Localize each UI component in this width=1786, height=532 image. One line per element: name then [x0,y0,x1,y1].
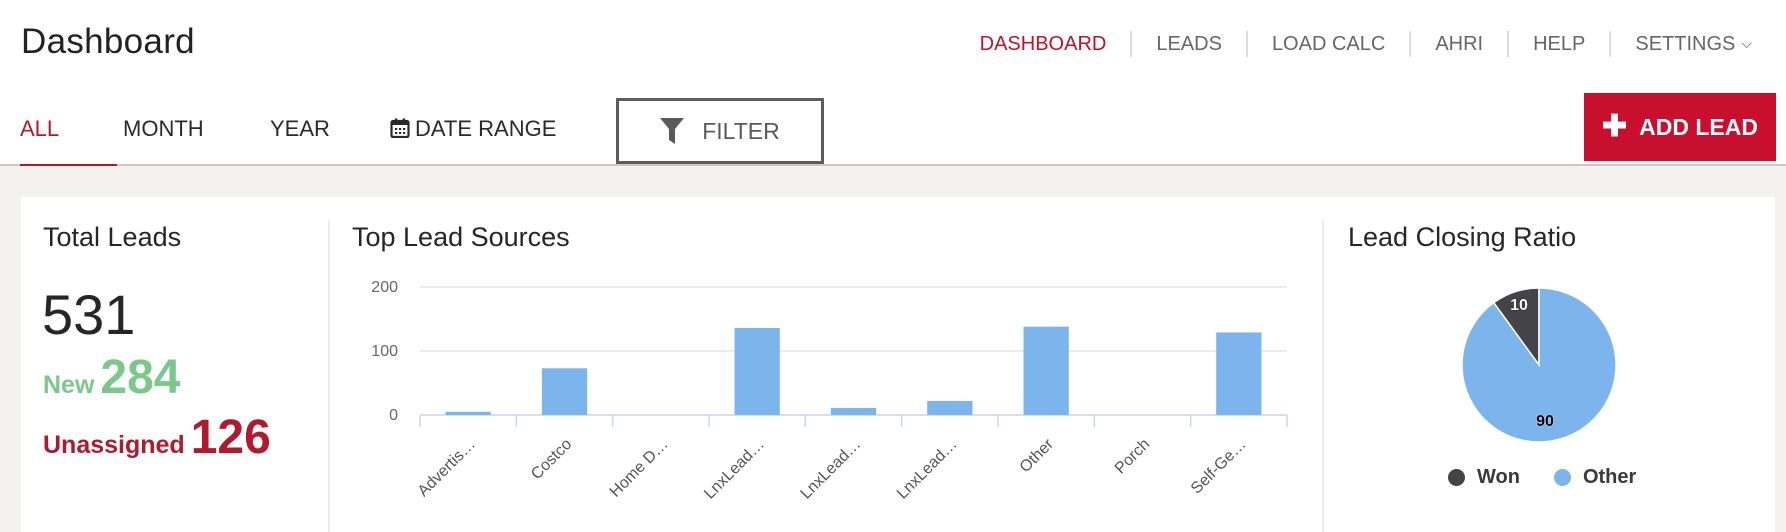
funnel-icon [660,118,685,144]
legend-label-won: Won [1477,466,1520,488]
calendar-icon [390,118,410,138]
add-lead-label: ADD LEAD [1639,113,1758,140]
x-tick-label: Costco [528,436,575,483]
nav-leads[interactable]: LEADS [1132,33,1246,56]
top-lead-sources-title: Top Lead Sources [352,222,570,252]
bar [734,327,780,415]
x-tick-label: Porch [1112,436,1154,478]
nav-ahri[interactable]: AHRI [1411,33,1507,56]
new-leads-value: 284 [100,351,181,404]
total-leads-count: 531 [42,283,136,346]
tab-all[interactable]: ALL [20,116,59,142]
x-tick-label: Other [1017,435,1058,476]
filter-label: FILTER [702,117,780,144]
legend-dot-other [1553,469,1571,486]
total-leads-title: Total Leads [43,222,182,252]
tab-year[interactable]: YEAR [270,116,330,142]
pie-data-label: 10 [1510,297,1528,314]
x-tick-label: LnxLead… [701,436,768,503]
lead-closing-ratio-title: Lead Closing Ratio [1348,222,1577,252]
top-bar: Dashboard DASHBOARD LEADS LOAD CALC AHRI… [0,0,1786,90]
legend-label-other: Other [1582,466,1637,488]
plus-icon: ✚ [1602,110,1628,143]
bar [1216,332,1262,415]
y-tick-label: 0 [389,407,398,424]
nav-settings[interactable]: SETTINGS ⌵ [1611,33,1752,56]
pie-data-label: 90 [1536,413,1554,430]
x-tick-label: Advertis… [415,436,479,500]
top-nav: DASHBOARD LEADS LOAD CALC AHRI HELP SETT… [956,30,1752,58]
x-tick-label: LnxLead… [894,436,961,503]
bar [541,368,588,415]
legend-item-other[interactable]: Other [1553,466,1637,489]
legend-item-won[interactable]: Won [1448,466,1520,489]
lead-sources-bar-chart: 0 100 200 Advertis… Costco Home D… LnxLead… Lnx… [371,279,1288,503]
pie-legend: Won Other [1448,466,1670,489]
y-tick-label: 100 [371,343,398,360]
new-leads-stat: New 284 [43,350,181,405]
bar [445,411,491,415]
new-leads-label: New [43,371,95,399]
nav-help[interactable]: HELP [1509,33,1609,56]
period-tabs: ALL MONTH YEAR DATE RANGE FILTER ✚ ADD L… [0,90,1786,170]
bar [830,407,877,415]
bar [927,400,973,415]
nav-load-calc[interactable]: LOAD CALC [1248,33,1409,56]
add-lead-button[interactable]: ✚ ADD LEAD [1584,93,1776,161]
unassigned-leads-value: 126 [190,411,271,464]
legend-dot-won [1448,469,1465,486]
x-tick-label: LnxLead… [798,436,865,503]
unassigned-leads-label: Unassigned [43,431,185,459]
chevron-down-icon: ⌵ [1741,34,1752,51]
bar [1023,326,1069,415]
lead-closing-ratio-pie-chart: 10 90 [1461,287,1617,443]
nav-dashboard[interactable]: DASHBOARD [956,33,1131,56]
x-tick-label: Home D… [607,436,672,501]
nav-settings-label: SETTINGS [1635,32,1736,55]
page-title: Dashboard [21,22,195,61]
filter-button[interactable]: FILTER [616,98,824,164]
panel-divider [1322,220,1324,532]
tab-month[interactable]: MONTH [123,116,204,142]
x-tick-label: Self-Ge… [1188,436,1250,498]
y-tick-label: 200 [371,279,398,296]
tab-date-range[interactable]: DATE RANGE [390,116,556,142]
tab-date-range-label: DATE RANGE [415,116,557,141]
unassigned-leads-stat[interactable]: Unassigned 126 [43,410,271,465]
